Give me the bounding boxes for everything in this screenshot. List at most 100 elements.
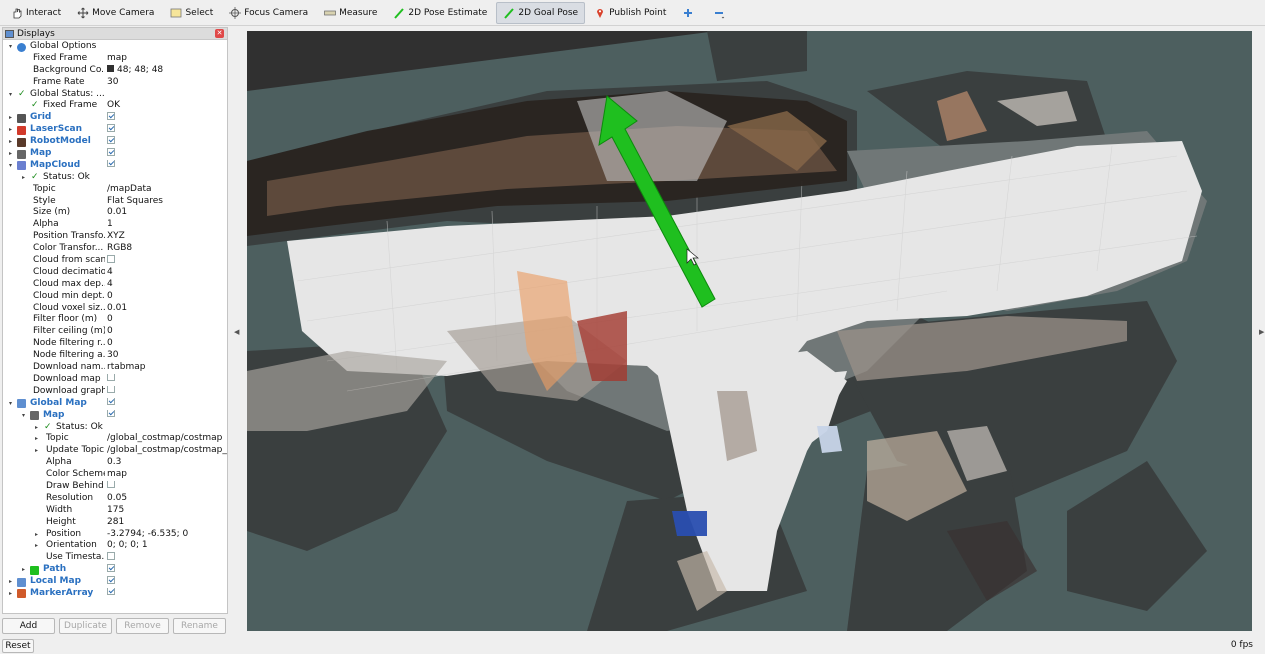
remove-display-button[interactable]: Remove <box>116 618 169 634</box>
display-row[interactable]: ▸ ✓ Status: Ok <box>3 172 227 184</box>
goal-pose-tool-button[interactable]: 2D Goal Pose <box>496 1 586 24</box>
display-row[interactable]: ▸ Map <box>3 148 227 160</box>
display-row[interactable]: Background Co... 48; 48; 48 <box>3 64 227 77</box>
display-row[interactable]: ▸ Local Map <box>3 576 227 588</box>
enable-checkbox[interactable] <box>107 480 115 489</box>
focus-camera-tool-button[interactable]: Focus Camera <box>222 2 315 24</box>
display-row[interactable]: Cloud max dep... 4 <box>3 279 227 291</box>
display-row[interactable]: Width 175 <box>3 505 227 517</box>
enable-checkbox[interactable] <box>107 159 115 168</box>
expand-arrow-icon[interactable]: ▸ <box>33 540 40 552</box>
expand-arrow-icon[interactable]: ▸ <box>33 529 40 541</box>
display-row[interactable]: Filter ceiling (m) 0 <box>3 326 227 338</box>
expand-arrow-icon[interactable]: ▸ <box>7 112 14 124</box>
expand-arrow-icon[interactable]: ▸ <box>7 148 14 160</box>
enable-checkbox[interactable] <box>107 112 115 120</box>
display-row-value[interactable] <box>107 397 227 410</box>
display-row[interactable]: Cloud min dept... 0 <box>3 291 227 303</box>
display-row[interactable]: Draw Behind <box>3 480 227 493</box>
display-row[interactable]: Download graph <box>3 385 227 398</box>
display-row[interactable]: Cloud voxel siz... 0.01 <box>3 303 227 315</box>
collapse-right-arrow-icon[interactable]: ▶ <box>1259 328 1264 336</box>
publish-point-tool-button[interactable]: Publish Point <box>587 2 673 24</box>
add-display-button[interactable]: Add <box>2 618 55 634</box>
display-row[interactable]: Alpha 0.3 <box>3 457 227 469</box>
display-row-value[interactable] <box>107 112 227 124</box>
display-row[interactable]: Color Transfor... RGB8 <box>3 243 227 255</box>
display-row[interactable]: ▸ Update Topic/global_costmap/costmap_u..… <box>3 445 227 457</box>
color-swatch[interactable] <box>107 64 114 72</box>
expand-arrow-icon[interactable]: ▸ <box>33 422 40 434</box>
display-row-value[interactable] <box>107 148 227 160</box>
collapse-arrow-icon[interactable]: ▾ <box>7 89 14 101</box>
expand-arrow-icon[interactable]: ▸ <box>7 588 14 600</box>
add-tool-button[interactable] <box>675 2 704 24</box>
enable-checkbox[interactable] <box>107 587 115 596</box>
display-row[interactable]: Resolution 0.05 <box>3 493 227 505</box>
expand-arrow-icon[interactable]: ▸ <box>33 433 40 445</box>
collapse-arrow-icon[interactable]: ▾ <box>7 398 14 410</box>
close-panel-button[interactable]: ✕ <box>215 29 224 38</box>
display-row[interactable]: Alpha 1 <box>3 219 227 231</box>
rename-display-button[interactable]: Rename <box>173 618 226 634</box>
expand-arrow-icon[interactable]: ▸ <box>7 136 14 148</box>
enable-checkbox[interactable] <box>107 373 115 382</box>
enable-checkbox[interactable] <box>107 148 115 156</box>
display-row[interactable]: ▸ Position -3.2794; -6.535; 0 <box>3 529 227 541</box>
display-row[interactable]: ▾ Global Options <box>3 41 227 53</box>
collapse-arrow-icon[interactable]: ▾ <box>20 410 27 422</box>
enable-checkbox[interactable] <box>107 385 115 394</box>
display-row[interactable]: Node filtering a... 30 <box>3 350 227 362</box>
display-row[interactable]: ▸ LaserScan <box>3 124 227 136</box>
display-row[interactable]: Cloud decimation 4 <box>3 267 227 279</box>
display-row[interactable]: ▸ ✓ Status: Ok <box>3 422 227 434</box>
enable-checkbox[interactable] <box>107 564 115 572</box>
enable-checkbox[interactable] <box>107 255 115 263</box>
display-row[interactable]: ✓ Fixed Frame OK <box>3 100 227 112</box>
display-row[interactable]: Height 281 <box>3 517 227 529</box>
display-row[interactable]: Download nam... rtabmap <box>3 362 227 374</box>
interact-tool-button[interactable]: Interact <box>4 2 68 24</box>
display-row[interactable]: ▸ Grid <box>3 112 227 124</box>
duplicate-display-button[interactable]: Duplicate <box>59 618 112 634</box>
expand-arrow-icon[interactable]: ▸ <box>20 172 27 184</box>
display-row[interactable]: Position Transfo... XYZ <box>3 231 227 243</box>
display-row[interactable]: ▸ Orientation 0; 0; 0; 1 <box>3 540 227 552</box>
display-row[interactable]: Style Flat Squares <box>3 196 227 208</box>
display-row[interactable]: Node filtering r... 0 <box>3 338 227 350</box>
display-row-value[interactable] <box>107 159 227 172</box>
select-tool-button[interactable]: Select <box>163 2 220 24</box>
collapse-arrow-icon[interactable]: ▾ <box>7 41 14 53</box>
display-row[interactable]: ▾ ✓ Global Status: ... <box>3 89 227 101</box>
display-row-value[interactable] <box>107 136 227 148</box>
display-row[interactable]: Frame Rate 30 <box>3 77 227 89</box>
move-camera-tool-button[interactable]: Move Camera <box>70 2 161 24</box>
display-row-value[interactable] <box>107 385 227 398</box>
display-row-value[interactable] <box>107 255 227 267</box>
display-row[interactable]: Download map <box>3 373 227 386</box>
enable-checkbox[interactable] <box>107 409 115 418</box>
pose-estimate-tool-button[interactable]: 2D Pose Estimate <box>386 2 494 24</box>
expand-arrow-icon[interactable]: ▸ <box>33 445 40 457</box>
display-row-value[interactable] <box>107 409 227 422</box>
enable-checkbox[interactable] <box>107 136 115 144</box>
display-row-value[interactable] <box>107 576 227 588</box>
display-row[interactable]: Topic/mapData <box>3 184 227 196</box>
expand-arrow-icon[interactable]: ▸ <box>7 576 14 588</box>
measure-tool-button[interactable]: Measure <box>317 2 384 24</box>
display-row[interactable]: Cloud from scan <box>3 255 227 267</box>
display-row[interactable]: Fixed Frame map <box>3 53 227 65</box>
enable-checkbox[interactable] <box>107 576 115 584</box>
display-row[interactable]: ▾ Map <box>3 409 227 422</box>
display-row[interactable]: Color Scheme map <box>3 469 227 481</box>
display-row-value[interactable] <box>107 552 227 564</box>
display-row-value[interactable] <box>107 564 227 576</box>
collapse-arrow-icon[interactable]: ▾ <box>7 160 14 172</box>
display-row[interactable]: ▸ Path <box>3 564 227 576</box>
enable-checkbox[interactable] <box>107 552 115 560</box>
display-row[interactable]: ▾ MapCloud <box>3 159 227 172</box>
display-row[interactable]: Use Timesta... <box>3 552 227 564</box>
display-row[interactable]: Size (m) 0.01 <box>3 207 227 219</box>
collapse-left-arrow-icon[interactable]: ◀ <box>234 328 239 336</box>
display-row-value[interactable] <box>107 373 227 386</box>
